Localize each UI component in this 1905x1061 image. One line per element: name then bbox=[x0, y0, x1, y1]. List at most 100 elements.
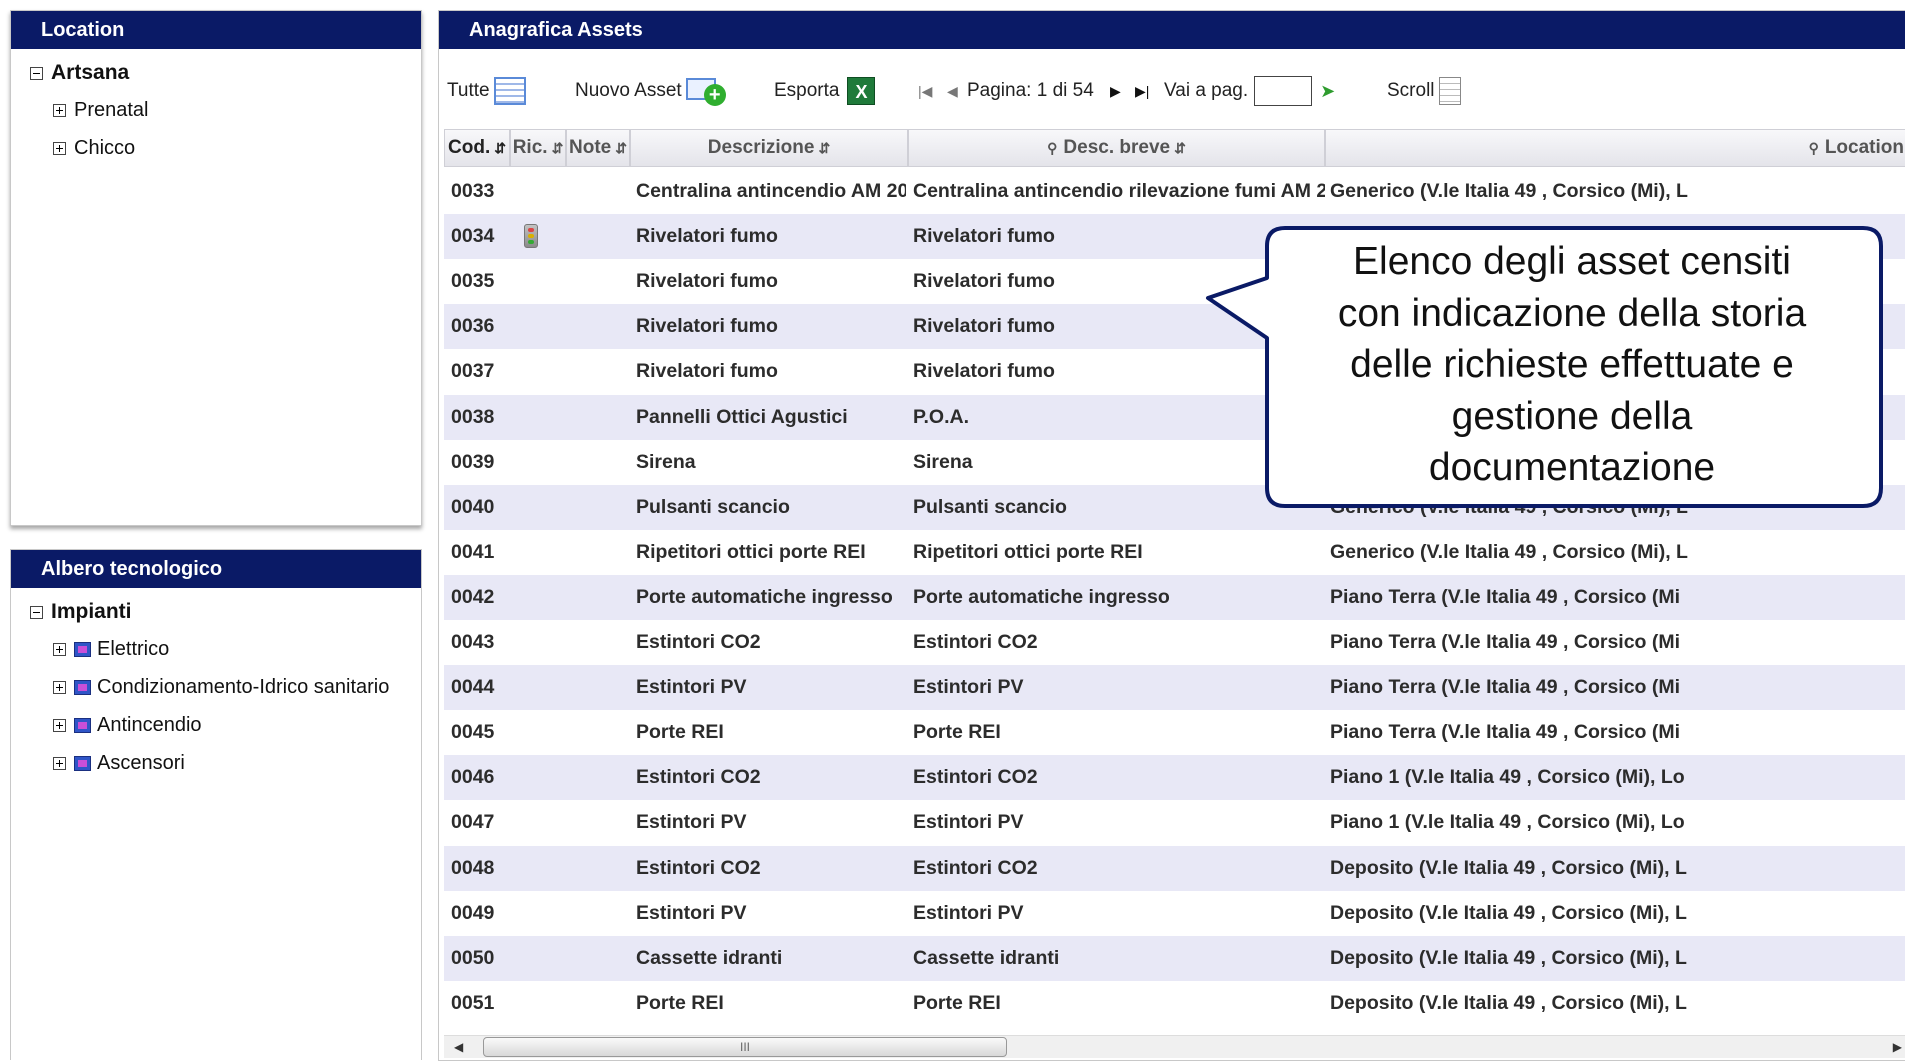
sort-icon: ⇵ bbox=[615, 139, 627, 156]
cell-ric bbox=[516, 304, 556, 349]
scroll-right-icon[interactable]: ▶ bbox=[1893, 1036, 1902, 1058]
table-row[interactable]: 0050 Cassette idranti Cassette idranti Depo… bbox=[444, 935, 1905, 981]
cell-location: Piano 1 (V.le Italia 49 , Corsico (Mi), … bbox=[1330, 766, 1685, 789]
cell-cod: 0040 bbox=[451, 495, 495, 518]
next-page-icon[interactable]: ▶ bbox=[1110, 73, 1121, 109]
scroll-thumb[interactable]: III bbox=[483, 1037, 1007, 1057]
cell-desc-breve: Estintori CO2 bbox=[913, 766, 1038, 789]
cell-ric bbox=[516, 440, 556, 485]
table-row[interactable]: 0043 Estintori CO2 Estintori CO2 Piano Terr… bbox=[444, 620, 1905, 665]
tree-node-chicco[interactable]: Chicco bbox=[53, 137, 135, 160]
expand-icon[interactable] bbox=[53, 719, 66, 732]
scroll-left-icon[interactable]: ◀ bbox=[454, 1036, 463, 1058]
cell-descrizione: Estintori CO2 bbox=[636, 856, 761, 879]
cell-descrizione: Porte automatiche ingresso bbox=[636, 585, 893, 608]
go-arrow-icon[interactable]: ➤ bbox=[1320, 81, 1335, 102]
export-button[interactable]: Esporta X bbox=[774, 73, 876, 109]
cell-ric bbox=[516, 755, 556, 800]
traffic-light-icon[interactable] bbox=[524, 224, 538, 249]
show-all-label: Tutte bbox=[447, 80, 490, 101]
cell-location: Piano Terra (V.le Italia 49 , Corsico (M… bbox=[1330, 631, 1681, 653]
cell-cod: 0047 bbox=[451, 811, 495, 834]
column-header-ric[interactable]: Ric. ⇵ bbox=[510, 129, 566, 167]
cell-cod: 0034 bbox=[451, 225, 495, 248]
expand-icon[interactable] bbox=[53, 757, 66, 770]
table-row[interactable]: 0046 Estintori CO2 Estintori CO2 Piano 1 (V… bbox=[444, 755, 1905, 801]
callout-line: documentazione bbox=[1428, 446, 1716, 489]
cell-ric bbox=[516, 800, 556, 845]
expand-icon[interactable] bbox=[53, 104, 66, 117]
cell-descrizione: Pulsanti scancio bbox=[636, 495, 790, 518]
cell-ric bbox=[516, 620, 556, 665]
tree-node-elettrico[interactable]: Elettrico bbox=[53, 638, 169, 661]
first-page-icon[interactable]: |◀ bbox=[918, 73, 932, 109]
column-label: Descrizione bbox=[707, 137, 815, 158]
cell-ric bbox=[516, 981, 556, 1026]
table-row[interactable]: 0047 Estintori PV Estintori PV Piano 1 (V.l… bbox=[444, 800, 1905, 845]
table-row[interactable]: 0033 Centralina antincendio AM 2000 Centra… bbox=[444, 169, 1905, 214]
tech-tree-panel: Albero tecnologico Impianti Elettrico Co… bbox=[10, 549, 422, 1060]
table-row[interactable]: 0045 Porte REI Porte REI Piano Terra (V.le … bbox=[444, 710, 1905, 755]
tree-node-condizionamento[interactable]: Condizionamento-Idrico sanitario bbox=[53, 676, 389, 699]
tree-node-artsana[interactable]: Artsana bbox=[30, 61, 129, 85]
goto-page-group: Vai a pag. ➤ bbox=[1164, 73, 1335, 109]
cell-ric bbox=[516, 395, 556, 440]
category-icon bbox=[74, 756, 91, 771]
goto-page-input[interactable] bbox=[1254, 76, 1313, 106]
expand-icon[interactable] bbox=[53, 142, 66, 155]
column-header-descrizione[interactable]: Descrizione ⇵ bbox=[630, 129, 908, 167]
cell-cod: 0039 bbox=[451, 450, 495, 473]
cell-location: Deposito (V.le Italia 49 , Corsico (Mi),… bbox=[1330, 901, 1687, 924]
last-page-icon[interactable]: ▶| bbox=[1135, 73, 1149, 109]
expand-icon[interactable] bbox=[53, 681, 66, 694]
cell-descrizione: Ripetitori ottici porte REI bbox=[636, 540, 866, 563]
column-header-cod[interactable]: Cod. ⇵ bbox=[444, 129, 510, 167]
category-icon bbox=[74, 718, 91, 733]
cell-cod: 0035 bbox=[451, 270, 495, 293]
expand-icon[interactable] bbox=[53, 643, 66, 656]
prev-page-icon[interactable]: ◀ bbox=[947, 73, 958, 109]
tree-node-antincendio[interactable]: Antincendio bbox=[53, 714, 202, 737]
cell-ric bbox=[516, 169, 556, 214]
table-row[interactable]: 0044 Estintori PV Estintori PV Piano Terra … bbox=[444, 665, 1905, 711]
table-row[interactable]: 0049 Estintori PV Estintori PV Deposito (V.… bbox=[444, 891, 1905, 936]
new-asset-button[interactable]: Nuovo Asset + bbox=[575, 73, 726, 109]
cell-desc-breve: Estintori PV bbox=[913, 901, 1024, 924]
tree-node-ascensori[interactable]: Ascensori bbox=[53, 752, 185, 775]
new-asset-label: Nuovo Asset bbox=[575, 80, 682, 101]
table-row[interactable]: 0041 Ripetitori ottici porte REI Ripetitor… bbox=[444, 530, 1905, 575]
cell-cod: 0042 bbox=[451, 585, 495, 608]
page-indicator: Pagina: 1 di 54 bbox=[967, 80, 1094, 101]
table-row[interactable]: 0048 Estintori CO2 Estintori CO2 Deposito (… bbox=[444, 845, 1905, 891]
tree-node-prenatal[interactable]: Prenatal bbox=[53, 99, 149, 122]
cell-descrizione: Porte REI bbox=[636, 721, 724, 744]
show-all-button[interactable]: Tutte bbox=[447, 73, 526, 109]
column-header-location[interactable]: ⚲ Location bbox=[1325, 129, 1905, 167]
assets-panel-title: Anagrafica Assets bbox=[439, 11, 1905, 49]
cell-location: Generico (V.le Italia 49 , Corsico (Mi),… bbox=[1330, 180, 1688, 202]
cell-ric bbox=[516, 530, 556, 575]
table-row[interactable]: 0042 Porte automatiche ingresso Porte auto… bbox=[444, 574, 1905, 620]
column-header-desc-breve[interactable]: ⚲ Desc. breve ⇵ bbox=[908, 129, 1325, 167]
tree-node-impianti[interactable]: Impianti bbox=[30, 600, 132, 624]
cell-ric bbox=[516, 665, 556, 710]
collapse-icon[interactable] bbox=[30, 605, 43, 619]
cell-location: Generico (V.le Italia 49 , Corsico (Mi),… bbox=[1330, 540, 1688, 563]
column-label: Note bbox=[569, 137, 612, 158]
callout-line: delle richieste effettuate e bbox=[1350, 343, 1794, 386]
cell-ric bbox=[516, 710, 556, 755]
cell-cod: 0046 bbox=[451, 766, 495, 789]
cell-descrizione: Estintori CO2 bbox=[636, 766, 761, 789]
cell-cod: 0043 bbox=[451, 631, 495, 653]
collapse-icon[interactable] bbox=[30, 66, 43, 80]
table-row[interactable]: 0051 Porte REI Porte REI Deposito (V.le Ita… bbox=[444, 981, 1905, 1026]
cell-ric bbox=[516, 259, 556, 304]
cell-cod: 0041 bbox=[451, 540, 495, 563]
scroll-toggle-button[interactable]: Scroll bbox=[1387, 73, 1461, 109]
column-header-note[interactable]: Note ⇵ bbox=[566, 129, 630, 167]
horizontal-scrollbar[interactable]: ◀ III ▶ bbox=[444, 1035, 1905, 1058]
cell-ric bbox=[516, 485, 556, 530]
category-icon bbox=[74, 642, 91, 657]
cell-descrizione: Centralina antincendio AM 2000 bbox=[636, 180, 906, 202]
cell-desc-breve: Estintori PV bbox=[913, 811, 1024, 834]
